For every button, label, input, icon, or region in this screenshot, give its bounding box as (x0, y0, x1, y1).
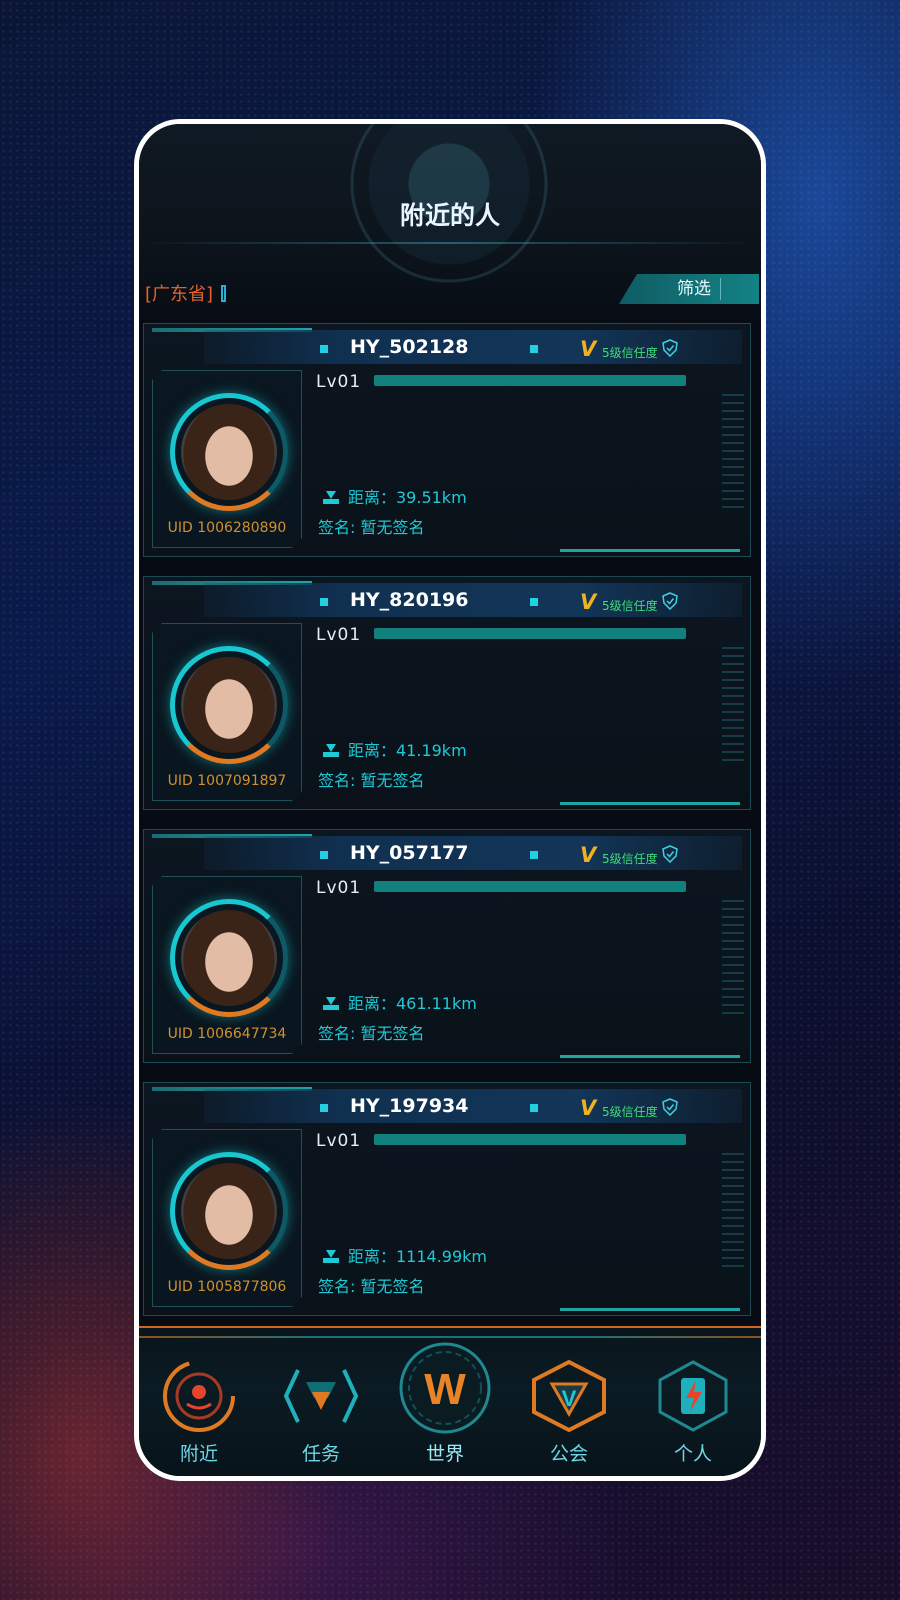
guild-glyph: V (562, 1386, 577, 1411)
shield-check-icon (662, 1098, 678, 1116)
user-uid: UID 1006280890 (167, 520, 287, 536)
location-pin-icon (323, 744, 339, 757)
distance-row: 距离：41.19km (322, 737, 467, 761)
region-label: [广东省] (145, 284, 214, 305)
vip-badge: V (580, 337, 597, 361)
nav-label: 个人 (673, 1443, 712, 1465)
location-pin-icon (323, 1250, 339, 1263)
avatar[interactable] (181, 910, 277, 1006)
nav-label: 世界 (425, 1443, 464, 1465)
avatar[interactable] (181, 657, 277, 753)
level-progress-bar (374, 375, 686, 386)
world-glyph: W (424, 1365, 466, 1414)
trust-level: 5级信任度 (602, 599, 658, 613)
trust-level: 5级信任度 (602, 346, 658, 360)
shield-check-icon (662, 339, 678, 357)
bullet-icon (320, 851, 328, 859)
nav-item-world[interactable]: W 世界 (385, 1336, 505, 1476)
avatar[interactable] (181, 404, 277, 500)
side-decoration (722, 647, 744, 767)
level-label: Lv01 (316, 372, 362, 392)
profile-bolt-icon (658, 1360, 728, 1432)
avatar[interactable] (181, 1163, 277, 1259)
vip-badge: V (580, 843, 597, 867)
user-card[interactable]: HY_197934 V 5级信任度 Lv01 UID 1005877806 距离… (143, 1082, 751, 1316)
task-icon (283, 1369, 359, 1423)
level-label: Lv01 (316, 878, 362, 898)
level-progress-bar (374, 628, 686, 639)
level-progress-bar (374, 1134, 686, 1145)
card-corner-deco (560, 1308, 740, 1311)
signature-text: 签名: 暂无签名 (318, 1277, 425, 1296)
bullet-icon (530, 851, 538, 859)
radar-icon (163, 1360, 235, 1432)
user-name[interactable]: HY_197934 (350, 1095, 468, 1117)
region-marker-icon (221, 285, 227, 302)
bullet-icon (320, 598, 328, 606)
side-decoration (722, 900, 744, 1020)
distance-text: 距离：1114.99km (348, 1247, 488, 1266)
bullet-icon (320, 1104, 328, 1112)
filter-button[interactable]: 筛选 (619, 274, 759, 304)
nav-item-profile[interactable]: 个人 (633, 1336, 753, 1476)
level-label: Lv01 (316, 1131, 362, 1151)
signature-text: 签名: 暂无签名 (318, 771, 425, 790)
user-card[interactable]: HY_057177 V 5级信任度 Lv01 UID 1006647734 距离… (143, 829, 751, 1063)
distance-text: 距离：39.51km (348, 488, 467, 507)
card-corner-deco (560, 802, 740, 805)
user-name[interactable]: HY_820196 (350, 589, 468, 611)
location-pin-icon (323, 997, 339, 1010)
side-decoration (722, 394, 744, 514)
user-uid: UID 1006647734 (167, 1026, 287, 1042)
user-name[interactable]: HY_057177 (350, 842, 468, 864)
nav-item-guild[interactable]: V 公会 (509, 1336, 629, 1476)
nav-label: 公会 (549, 1443, 588, 1465)
trust-level: 5级信任度 (602, 1105, 658, 1119)
vip-badge: V (580, 1096, 597, 1120)
user-name[interactable]: HY_502128 (350, 336, 468, 358)
header: 附近的人 [广东省] 筛选 (139, 124, 761, 324)
phone-frame: 附近的人 [广东省] 筛选 HY_502128 V 5级信任度 Lv01 UID… (134, 119, 766, 1481)
nav-label: 任务 (301, 1443, 340, 1465)
side-decoration (722, 1153, 744, 1273)
user-card[interactable]: HY_502128 V 5级信任度 Lv01 UID 1006280890 距离… (143, 323, 751, 557)
vip-badge: V (580, 590, 597, 614)
bottom-nav: 附近 任务 W 世界 V 公会 个人 (139, 1326, 761, 1476)
bullet-icon (530, 598, 538, 606)
distance-row: 距离：1114.99km (322, 1243, 487, 1267)
distance-text: 距离：41.19km (348, 741, 467, 760)
bullet-icon (320, 345, 328, 353)
nav-item-tasks[interactable]: 任务 (261, 1336, 381, 1476)
nav-label: 附近 (179, 1443, 218, 1465)
level-progress-bar (374, 881, 686, 892)
level-label: Lv01 (316, 625, 362, 645)
bullet-icon (530, 1104, 538, 1112)
region-selector[interactable]: [广东省] (145, 280, 227, 306)
shield-check-icon (662, 845, 678, 863)
distance-text: 距离：461.11km (348, 994, 477, 1013)
user-uid: UID 1007091897 (167, 773, 287, 789)
world-w-icon: W (399, 1342, 491, 1434)
bullet-icon (530, 345, 538, 353)
card-corner-deco (560, 1055, 740, 1058)
signature-text: 签名: 暂无签名 (318, 1024, 425, 1043)
user-uid: UID 1005877806 (167, 1279, 287, 1295)
shield-check-icon (662, 592, 678, 610)
user-card[interactable]: HY_820196 V 5级信任度 Lv01 UID 1007091897 距离… (143, 576, 751, 810)
trust-level: 5级信任度 (602, 852, 658, 866)
distance-row: 距离：461.11km (322, 990, 477, 1014)
page-title: 附近的人 (399, 201, 500, 230)
location-pin-icon (323, 491, 339, 504)
nav-item-nearby[interactable]: 附近 (139, 1336, 259, 1476)
signature-text: 签名: 暂无签名 (318, 518, 425, 537)
distance-row: 距离：39.51km (322, 484, 467, 508)
card-corner-deco (560, 549, 740, 552)
guild-v-icon: V (532, 1359, 606, 1433)
